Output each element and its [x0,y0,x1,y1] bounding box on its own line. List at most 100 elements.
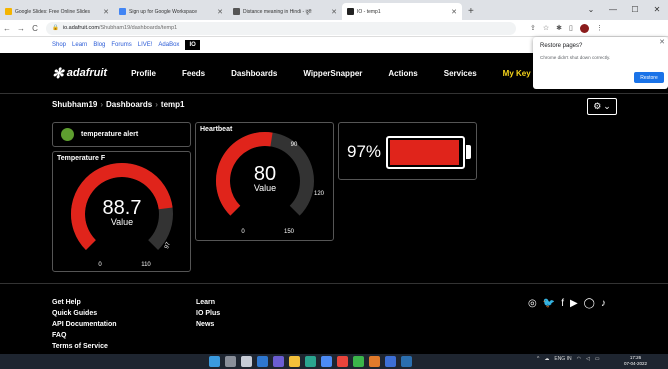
tab-io-temp1[interactable]: IO - temp1 ✕ [342,3,462,20]
tiktok-icon[interactable]: ♪ [601,298,606,309]
restore-button[interactable]: Restore [634,72,664,83]
subnav-forums[interactable]: Forums [111,42,131,48]
instagram-icon[interactable]: ◎ [528,298,537,309]
footer-faq[interactable]: FAQ [52,331,117,340]
breadcrumb-user[interactable]: Shubham19 [52,100,97,109]
subnav-io[interactable]: IO [185,40,200,50]
volume-icon[interactable]: ◁ [586,356,590,362]
app-icon[interactable] [369,356,380,367]
close-icon[interactable]: ✕ [331,8,337,16]
minimize-icon[interactable]: — [602,0,624,20]
nav-my-key[interactable]: My Key [503,69,531,78]
close-icon[interactable]: ✕ [103,8,109,16]
breadcrumb: Shubham19 › Dashboards › temp1 [52,100,185,109]
nav-wippersnapper[interactable]: WipperSnapper [303,69,362,78]
app-icon[interactable] [385,356,396,367]
reload-icon[interactable]: C [28,24,42,33]
gauge-value: 88.7 [103,197,142,219]
indicator-block[interactable]: temperature alert [52,122,191,147]
gauge-mark-90: 90 [291,142,298,148]
footer-get-help[interactable]: Get Help [52,298,117,307]
close-window-icon[interactable]: ✕ [646,0,668,20]
close-icon[interactable]: ✕ [659,38,665,46]
weather-icon[interactable]: ☁ [544,356,549,362]
windows-taskbar: ^ ☁ ENG IN ◠ ◁ ▭ 17:26 07-04-2022 [0,354,668,369]
close-icon[interactable]: ✕ [217,8,223,16]
bookmark-star-icon[interactable]: ☆ [543,24,549,32]
system-clock[interactable]: 17:26 07-04-2022 [624,355,647,367]
footer-learn[interactable]: Learn [196,298,220,307]
footer-news[interactable]: News [196,320,220,329]
gear-icon: ⚙ [593,101,602,111]
footer-quick-guides[interactable]: Quick Guides [52,309,117,318]
footer-api-docs[interactable]: API Documentation [52,320,117,329]
subnav-shop[interactable]: Shop [52,42,66,48]
wifi-icon[interactable]: ◠ [577,356,581,362]
nav-actions[interactable]: Actions [388,69,417,78]
menu-icon[interactable]: ⋮ [596,24,603,32]
gauge-min-label: 0 [241,229,245,235]
tab-google-workspace[interactable]: Sign up for Google Workspace ✕ [114,3,228,20]
subnav-blog[interactable]: Blog [93,42,105,48]
breadcrumb-page: temp1 [160,100,185,109]
store-icon[interactable] [321,356,332,367]
nav-dashboards[interactable]: Dashboards [231,69,277,78]
adafruit-logo[interactable]: ✻ adafruit [52,65,107,82]
language-indicator[interactable]: ENG IN [554,356,571,362]
taskbar-apps [209,356,412,367]
footer-help-column: Get Help Quick Guides API Documentation … [52,298,117,351]
subnav-learn[interactable]: Learn [72,42,87,48]
sidepanel-icon[interactable]: ▯ [569,24,573,32]
extensions-icon[interactable]: ✱ [556,24,562,32]
battery-icon [386,136,465,169]
profile-avatar[interactable] [579,23,589,33]
nav-services[interactable]: Services [444,69,477,78]
edge-icon[interactable] [305,356,316,367]
gauge-mark-120: 120 [314,191,325,197]
chevron-down-icon: ⌄ [603,101,611,111]
facebook-icon[interactable]: f [561,298,564,309]
footer-io-plus[interactable]: IO Plus [196,309,220,318]
gauge-unit: Value [111,217,133,227]
widgets-icon[interactable] [257,356,268,367]
breadcrumb-dashboards[interactable]: Dashboards [106,100,152,109]
chrome-icon[interactable] [337,356,348,367]
chevron-up-icon[interactable]: ^ [537,356,539,362]
close-icon[interactable]: ✕ [451,8,457,16]
gauge-min-label: 0 [98,262,102,268]
url-input[interactable]: 🔒 io.adafruit.com/Shubham19/dashboards/t… [46,21,516,35]
search-icon[interactable] [225,356,236,367]
google-slides-icon [5,8,12,15]
twitter-icon[interactable]: 🐦 [543,298,555,309]
task-view-icon[interactable] [241,356,252,367]
maximize-icon[interactable]: ☐ [624,0,646,20]
battery-tray-icon[interactable]: ▭ [595,356,600,362]
forward-icon[interactable]: → [14,24,28,33]
windows-start-icon[interactable] [209,356,220,367]
app-icon[interactable] [401,356,412,367]
tab-google-slides[interactable]: Google Slides: Free Online Slides ✕ [0,3,114,20]
gauge-unit: Value [254,183,276,193]
share-icon[interactable]: ⇪ [530,24,536,32]
battery-block[interactable]: 97% [338,122,477,180]
subnav-live[interactable]: LIVE! [138,42,153,48]
dashboard-settings-button[interactable]: ⚙ ⌄ [587,98,617,115]
tab-distance-meaning[interactable]: Distance meaning in Hindi - दूरी ✕ [228,3,342,20]
indicator-light [61,128,74,141]
temperature-gauge-block[interactable]: Temperature F 88.7 Value 0 110 97 [52,151,191,272]
subnav-adabox[interactable]: AdaBox [158,42,179,48]
app-icon[interactable] [353,356,364,367]
youtube-icon[interactable]: ▶ [570,298,578,309]
heartbeat-gauge-block[interactable]: Heartbeat 80 Value 0 150 90 120 [195,122,334,241]
footer-terms[interactable]: Terms of Service [52,342,117,351]
nav-feeds[interactable]: Feeds [182,69,205,78]
back-icon[interactable]: ← [0,24,14,33]
tab-search-icon[interactable]: ⌄ [580,0,602,20]
file-explorer-icon[interactable] [289,356,300,367]
chat-icon[interactable] [273,356,284,367]
github-icon[interactable]: ◯ [584,298,595,309]
new-tab-button[interactable]: + [462,3,480,20]
system-tray: ^ ☁ ENG IN ◠ ◁ ▭ [537,356,600,362]
address-bar-row: ← → C 🔒 io.adafruit.com/Shubham19/dashbo… [0,20,668,37]
nav-profile[interactable]: Profile [131,69,156,78]
